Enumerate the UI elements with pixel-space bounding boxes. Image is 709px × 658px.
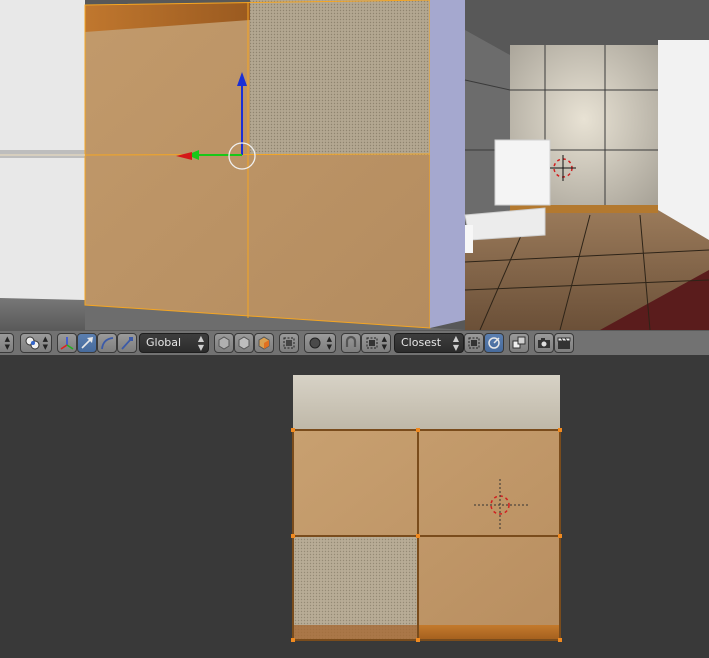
layers-icon [512,336,526,349]
rotate-manipulator-button[interactable] [97,333,117,353]
manipulator-axes-icon [60,337,74,350]
snap-toggle-button[interactable] [341,333,361,353]
snap-project-icon [488,337,500,349]
snap-align-rotation-button[interactable] [464,333,484,353]
clapperboard-icon [557,337,571,349]
snap-element-selector[interactable]: ▲ ▼ [361,333,391,353]
copy-paste-layers-button[interactable] [509,333,529,353]
face-select-mode-button[interactable] [254,333,274,353]
wall-thickness [430,0,465,328]
render-opengl-animation-button[interactable] [554,333,574,353]
proportional-editing-selector[interactable]: ▲ ▼ [304,333,336,353]
3d-scene[interactable] [0,0,709,330]
snap-element-icon [366,337,378,349]
right-wall [658,40,709,240]
dotted-square-icon [283,337,295,349]
uv-canvas[interactable] [0,355,709,658]
transform-orientation-label: Global [146,336,182,349]
manipulator-toggle[interactable] [57,333,77,353]
camera-icon [538,338,550,348]
vertex-select-mode-button[interactable] [214,333,234,353]
vertex-cube-icon [218,336,230,350]
snap-target-select[interactable]: Closest ▲ ▼ [394,333,464,353]
magnet-icon [345,335,357,347]
3d-viewport[interactable] [0,0,709,330]
floor-left [0,298,85,330]
texture-dotted-tile [293,537,418,640]
scale-manipulator-button[interactable] [117,333,137,353]
edge-select-mode-button[interactable] [234,333,254,353]
scale-arrow-icon [121,337,133,350]
limit-selection-visible-button[interactable] [279,333,299,353]
snap-align-icon [468,337,480,349]
texture-top-region [293,375,560,430]
transform-orientation-select[interactable]: Global ▲ ▼ [139,333,209,353]
arrow-icon [81,337,93,349]
snap-target-label: Closest [401,336,442,349]
3d-view-header: ▲ ▼ ▲ ▼ Global ▲ ▼ ▲ ▼ ▲ ▼ Closest ▲ ▼ [0,330,709,356]
viewport-shading-selector[interactable]: ▲ ▼ [0,333,14,353]
uv-image-editor[interactable] [0,355,709,658]
proportional-circle-icon [309,337,321,349]
translate-manipulator-button[interactable] [77,333,97,353]
snap-project-button[interactable] [484,333,504,353]
render-opengl-image-button[interactable] [534,333,554,353]
arc-icon [101,337,114,350]
pivot-point-selector[interactable]: ▲ ▼ [20,333,52,353]
dotted-quadrant [250,0,430,155]
face-cube-icon [258,336,270,350]
pivot-icon [25,336,40,350]
edge-cube-icon [238,336,250,350]
